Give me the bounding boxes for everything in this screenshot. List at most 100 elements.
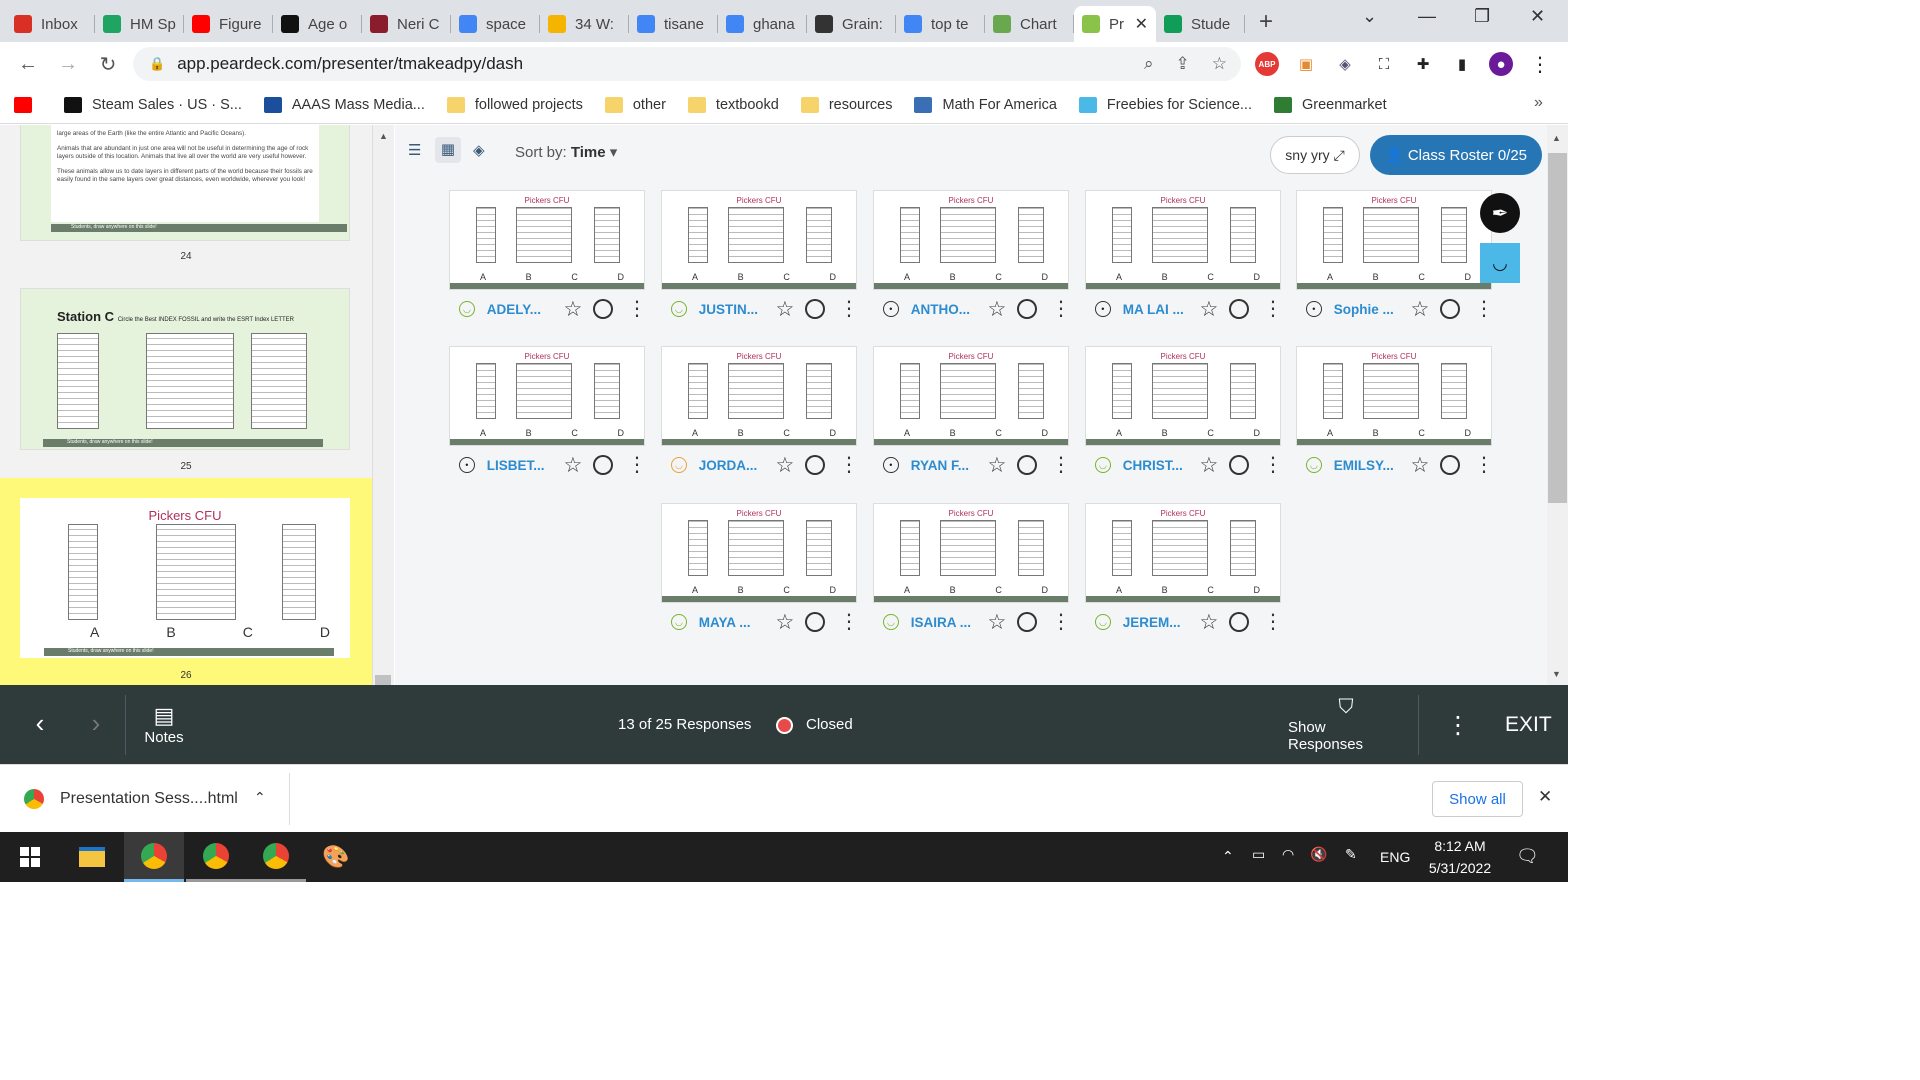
response-card[interactable]: Pickers CFU A B C D • LISBET... ☆ ⋮ [449, 346, 647, 486]
url-bar[interactable]: 🔒 app.peardeck.com/presenter/tmakeadpy/d… [133, 47, 1241, 81]
browser-tab[interactable]: top te [896, 6, 985, 42]
windows-start-icon[interactable] [0, 832, 60, 882]
bookmark-star-icon[interactable]: ☆ [1212, 54, 1227, 74]
comment-icon[interactable] [805, 455, 825, 475]
response-card[interactable]: Pickers CFU A B C D ◡ JUSTIN... ☆ ⋮ [661, 190, 859, 330]
more-options-icon[interactable]: ⋮ [1051, 612, 1071, 632]
forward-icon[interactable]: → [48, 53, 88, 76]
response-thumbnail[interactable]: Pickers CFU A B C D [661, 346, 857, 446]
clock-date[interactable]: 5/31/2022 [1420, 860, 1500, 876]
chrome-profile-1-icon[interactable] [124, 832, 184, 882]
bookmark-item[interactable]: Math For America [914, 96, 1057, 113]
browser-tab[interactable]: HM Sp [95, 6, 184, 42]
download-filename[interactable]: Presentation Sess....html [60, 790, 238, 808]
student-name[interactable]: ISAIRA ... [911, 615, 980, 630]
more-options-icon[interactable]: ⋮ [627, 455, 647, 475]
browser-tab[interactable]: Neri C [362, 6, 451, 42]
star-icon[interactable]: ☆ [987, 610, 1006, 635]
volume-muted-icon[interactable]: 🔇 [1310, 846, 1327, 863]
adblock-icon[interactable]: ABP [1255, 52, 1279, 76]
bookmark-item[interactable] [14, 96, 42, 113]
response-thumbnail[interactable]: Pickers CFU A B C D [449, 346, 645, 446]
response-card[interactable]: Pickers CFU A B C D ◡ JEREM... ☆ ⋮ [1085, 503, 1283, 643]
response-card[interactable]: Pickers CFU A B C D ◡ CHRIST... ☆ ⋮ [1085, 346, 1283, 486]
response-thumbnail[interactable]: Pickers CFU A B C D [449, 190, 645, 290]
browser-tab[interactable]: Grain: [807, 6, 896, 42]
star-icon[interactable]: ☆ [987, 297, 1006, 322]
bookmark-item[interactable]: AAAS Mass Media... [263, 96, 425, 113]
student-name[interactable]: EMILSY... [1334, 458, 1403, 473]
close-window-button[interactable]: ✕ [1530, 6, 1545, 27]
show-responses-button[interactable]: ⛉ Show Responses [1288, 696, 1404, 753]
star-icon[interactable]: ☆ [987, 453, 1006, 478]
browser-tab[interactable]: Stude [1156, 6, 1245, 42]
profile-avatar[interactable]: ● [1489, 52, 1513, 76]
comment-icon[interactable] [1229, 612, 1249, 632]
share-icon[interactable]: ⇪ [1176, 54, 1190, 74]
comment-icon[interactable] [1440, 455, 1460, 475]
new-tab-button[interactable]: + [1259, 8, 1273, 36]
bookmark-item[interactable]: textbookd [687, 96, 779, 113]
side-panel-icon[interactable]: ▮ [1450, 52, 1474, 76]
student-name[interactable]: ANTHO... [911, 302, 980, 317]
student-name[interactable]: JUSTIN... [699, 302, 768, 317]
response-card[interactable]: Pickers CFU A B C D • ANTHO... ☆ ⋮ [873, 190, 1071, 330]
bookmark-item[interactable]: Freebies for Science... [1078, 96, 1252, 113]
student-name[interactable]: CHRIST... [1123, 458, 1192, 473]
bookmark-item[interactable]: Greenmarket [1273, 96, 1387, 113]
more-options-icon[interactable]: ⋮ [1474, 299, 1494, 319]
star-icon[interactable]: ☆ [563, 297, 582, 322]
response-thumbnail[interactable]: Pickers CFU A B C D [1296, 190, 1492, 290]
zoom-icon[interactable]: ⌕ [1144, 54, 1154, 74]
comment-icon[interactable] [1440, 299, 1460, 319]
more-options-icon[interactable]: ⋮ [839, 299, 859, 319]
battery-icon[interactable]: ▭ [1252, 846, 1265, 863]
extensions-icon[interactable]: ✚ [1411, 52, 1435, 76]
star-icon[interactable]: ☆ [775, 610, 794, 635]
star-icon[interactable]: ☆ [775, 453, 794, 478]
student-name[interactable]: Sophie ... [1334, 302, 1403, 317]
more-options-icon[interactable]: ⋮ [1474, 455, 1494, 475]
browser-tab[interactable]: Inbox [6, 6, 95, 42]
star-icon[interactable]: ☆ [563, 453, 582, 478]
layers-view-icon[interactable]: ◈ [473, 141, 485, 159]
language-indicator[interactable]: ENG [1380, 849, 1410, 865]
next-slide-button[interactable]: › [76, 703, 116, 743]
join-code-button[interactable]: sny yry ⤢ [1270, 136, 1360, 174]
response-thumbnail[interactable]: Pickers CFU A B C D [873, 503, 1069, 603]
grid-view-icon[interactable]: ▦ [435, 137, 461, 163]
reload-icon[interactable]: ↻ [88, 52, 128, 77]
tab-search-icon[interactable]: ⌄ [1362, 6, 1377, 27]
response-card[interactable]: Pickers CFU A B C D ◡ ADELY... ☆ ⋮ [449, 190, 647, 330]
browser-tab[interactable]: 34 W: [540, 6, 629, 42]
star-icon[interactable]: ☆ [775, 297, 794, 322]
close-downloads-icon[interactable]: ✕ [1538, 787, 1552, 807]
browser-tab[interactable]: space [451, 6, 540, 42]
class-roster-button[interactable]: 👤 Class Roster 0/25 [1370, 135, 1542, 175]
closed-status-label[interactable]: Closed [806, 716, 853, 733]
sort-dropdown[interactable]: Sort by: Time ▾ [515, 143, 617, 161]
response-thumbnail[interactable]: Pickers CFU A B C D [873, 190, 1069, 290]
browser-tab[interactable]: Figure [184, 6, 273, 42]
slide-thumbnail-25[interactable]: Station C Circle the Best INDEX FOSSIL a… [20, 288, 350, 450]
list-view-icon[interactable]: ☰ [408, 141, 421, 159]
comment-icon[interactable] [805, 299, 825, 319]
response-card[interactable]: Pickers CFU A B C D • Sophie ... ☆ ⋮ [1296, 190, 1494, 330]
sidebar-scrollbar[interactable]: ▲ [372, 125, 394, 685]
comment-icon[interactable] [805, 612, 825, 632]
response-thumbnail[interactable]: Pickers CFU A B C D [1085, 346, 1281, 446]
comment-icon[interactable] [1017, 299, 1037, 319]
bookmark-item[interactable]: followed projects [446, 96, 583, 113]
bookmark-item[interactable]: resources [800, 96, 892, 113]
response-card[interactable]: Pickers CFU A B C D • MA LAI ... ☆ ⋮ [1085, 190, 1283, 330]
student-name[interactable]: ADELY... [487, 302, 556, 317]
slide-thumbnail-26-selected[interactable]: Pickers CFU ABCD Students, draw anywhere… [0, 478, 372, 685]
notification-icon[interactable]: 🗨 [1516, 846, 1539, 867]
response-thumbnail[interactable]: Pickers CFU A B C D [873, 346, 1069, 446]
star-icon[interactable]: ☆ [1410, 297, 1429, 322]
browser-tab[interactable]: Pr ✕ [1074, 6, 1156, 42]
student-name[interactable]: RYAN F... [911, 458, 980, 473]
more-options-icon[interactable]: ⋮ [1051, 455, 1071, 475]
close-tab-icon[interactable]: ✕ [1135, 14, 1148, 34]
minimize-button[interactable]: — [1418, 6, 1436, 27]
